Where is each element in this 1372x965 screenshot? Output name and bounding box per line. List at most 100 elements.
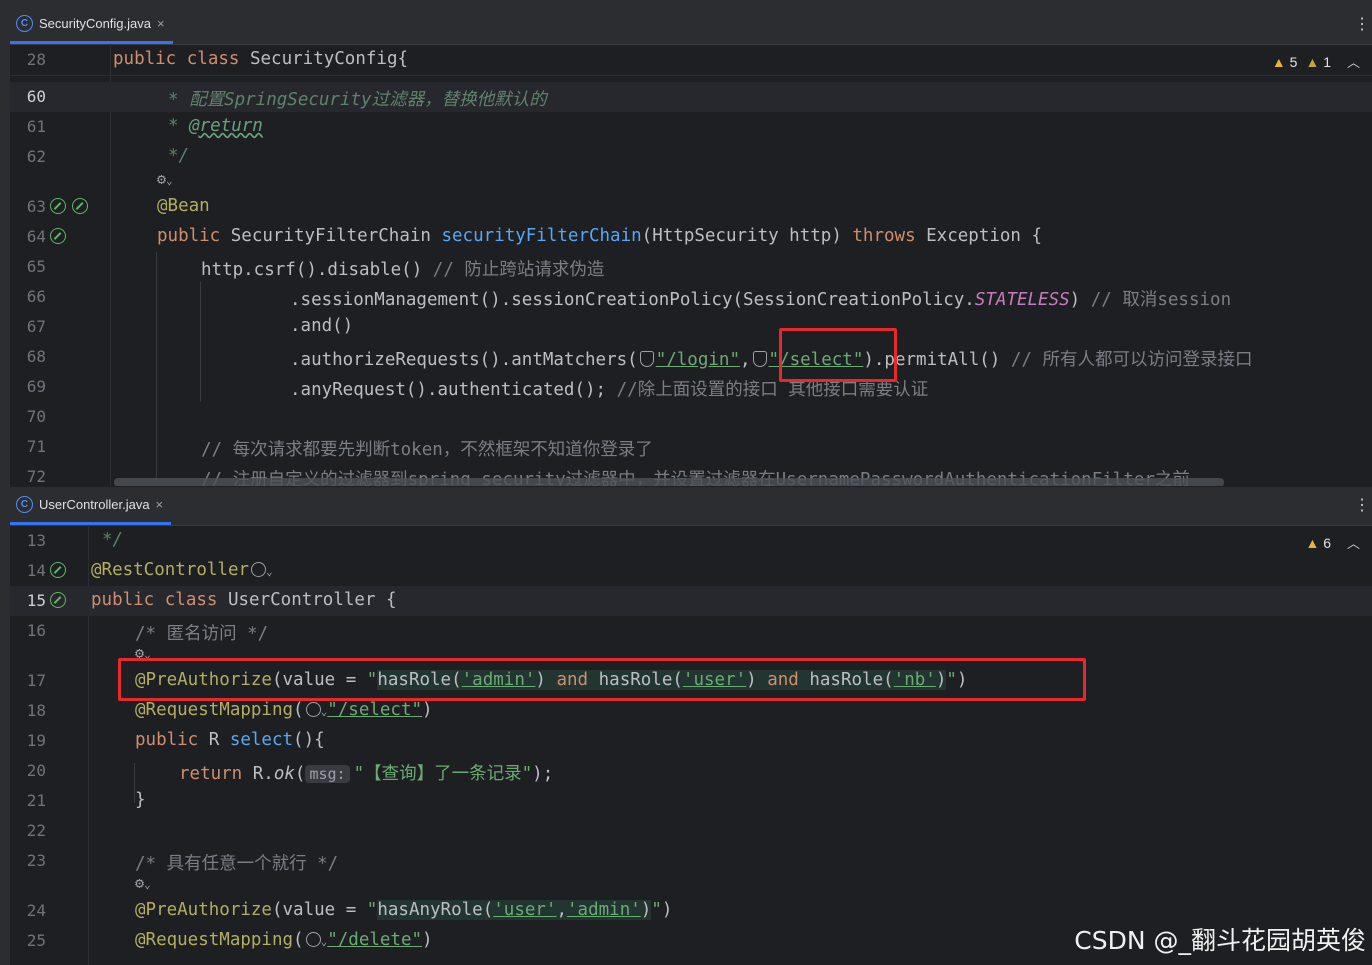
line-number: 13 [26, 531, 46, 550]
code-line[interactable]: 71 // 每次请求都要先判断token，不然框架不知道你登录了 [10, 432, 1372, 462]
spring-icon: ⚙ [157, 170, 167, 188]
tab-label: UserController.java [39, 497, 150, 512]
line-number: 14 [26, 561, 46, 580]
line-number: 66 [26, 287, 46, 306]
security-shield-icon[interactable] [639, 351, 654, 367]
code-line[interactable]: 19 public R select(){ [10, 726, 1372, 756]
highlight-box-preauthorize [118, 658, 1086, 701]
line-number: 23 [26, 851, 46, 870]
code-line[interactable]: 70 [10, 402, 1372, 432]
inlay-row: ⚙⌄ [10, 169, 1372, 191]
line-number: 62 [26, 147, 46, 166]
editor-pane-security-config: C SecurityConfig.java × ⋮ ▲ 5 ▲ 1 ︿ 28 p… [10, 6, 1372, 486]
code-text: public R select(){ [135, 730, 325, 750]
code-text: @Bean [157, 196, 210, 216]
code-text: @RequestMapping(⌄"/select") [135, 700, 433, 720]
tab-user-controller[interactable]: C UserController.java × [10, 487, 172, 525]
close-tab-icon[interactable]: × [157, 16, 165, 31]
line-number: 61 [26, 117, 46, 136]
spring-icon: ⚙ [135, 874, 145, 892]
code-text: http.csrf().disable() // 防止跨站请求伪造 [201, 260, 605, 280]
code-line-current[interactable]: 60 * 配置SpringSecurity过滤器，替换他默认的 [10, 82, 1372, 112]
line-number: 69 [26, 377, 46, 396]
chevron-down-icon: ⌄ [166, 174, 173, 187]
code-line[interactable]: 67 .and() [10, 312, 1372, 342]
code-line[interactable]: 28 public class SecurityConfig{ [10, 45, 1372, 76]
code-line[interactable]: 66 .sessionManagement().sessionCreationP… [10, 282, 1372, 312]
bean-navigate-icon[interactable] [50, 198, 66, 214]
line-number: 64 [26, 227, 46, 246]
code-comment: /* 匿名访问 */ [135, 624, 269, 644]
code-line[interactable]: 68 .authorizeRequests().antMatchers("/lo… [10, 342, 1372, 372]
watermark: CSDN @_翻斗花园胡英俊 [1074, 926, 1366, 955]
java-class-icon: C [16, 496, 33, 513]
more-options-icon[interactable]: ⋮ [1354, 495, 1370, 515]
code-line[interactable]: 13 */ [10, 526, 1372, 556]
line-number: 16 [26, 621, 46, 640]
horizontal-scrollbar[interactable] [114, 478, 1224, 486]
code-text: public class UserController { [91, 590, 397, 610]
tab-bar: C SecurityConfig.java × ⋮ [10, 6, 1372, 45]
code-line[interactable]: 23 /* 具有任意一个就行 */ [10, 846, 1372, 876]
highlight-box-select-matcher [779, 328, 897, 382]
line-number: 24 [26, 901, 46, 920]
spring-bean-hint[interactable]: ⚙⌄ [135, 873, 151, 893]
spring-bean-hint[interactable]: ⚙⌄ [157, 169, 173, 189]
bean-check-icon[interactable] [50, 562, 66, 578]
code-comment: /* 具有任意一个就行 */ [135, 854, 339, 874]
code-text: public class SecurityConfig{ [113, 49, 409, 69]
code-comment: // 每次请求都要先判断token，不然框架不知道你登录了 [201, 440, 653, 460]
line-number: 68 [26, 347, 46, 366]
more-options-icon[interactable]: ⋮ [1354, 14, 1370, 34]
code-line[interactable]: 65 http.csrf().disable() // 防止跨站请求伪造 [10, 252, 1372, 282]
line-number: 28 [26, 50, 46, 69]
chevron-down-icon: ⌄ [144, 878, 151, 891]
web-endpoint-icon[interactable] [305, 932, 321, 947]
tab-label: SecurityConfig.java [39, 16, 151, 31]
line-number: 17 [26, 671, 46, 690]
bean-check-icon[interactable] [72, 198, 88, 214]
inlay-row: ⚙⌄ [10, 873, 1372, 895]
web-endpoint-icon[interactable] [251, 562, 267, 577]
code-line[interactable]: 64 public SecurityFilterChain securityFi… [10, 222, 1372, 252]
line-number: 60 [26, 87, 46, 106]
code-line[interactable]: 16 /* 匿名访问 */ [10, 616, 1372, 646]
bean-navigate-icon[interactable] [50, 228, 66, 244]
code-line[interactable]: 62 */ [10, 142, 1372, 172]
code-line[interactable]: 14 @RestController ⌄ [10, 556, 1372, 586]
line-number: 67 [26, 317, 46, 336]
bean-navigate-icon[interactable] [50, 592, 66, 608]
close-tab-icon[interactable]: × [156, 497, 164, 512]
code-line[interactable]: 69 .anyRequest().authenticated(); //除上面设… [10, 372, 1372, 402]
parameter-hint: msg: [305, 765, 350, 783]
code-text: .and() [290, 316, 354, 336]
code-line-current[interactable]: 15 public class UserController { [10, 586, 1372, 616]
line-number: 71 [26, 437, 46, 456]
code-line[interactable]: 20 return R.ok(msg: "【查询】了一条记录"); [10, 756, 1372, 786]
code-line[interactable]: 21 } [10, 786, 1372, 816]
code-text: @RequestMapping(⌄"/delete") [135, 930, 433, 950]
javadoc-comment: * 配置SpringSecurity过滤器，替换他默认的 [168, 90, 547, 110]
code-text: .sessionManagement().sessionCreationPoli… [290, 290, 1232, 310]
security-shield-icon[interactable] [752, 351, 767, 367]
line-number: 63 [26, 197, 46, 216]
code-text: */ [168, 146, 190, 166]
line-number: 72 [26, 467, 46, 486]
code-line[interactable]: 22 [10, 816, 1372, 846]
code-text: return R.ok(msg: "【查询】了一条记录"); [179, 764, 554, 784]
tab-bar: C UserController.java × ⋮ [10, 487, 1372, 526]
code-text: public SecurityFilterChain securityFilte… [157, 226, 1043, 246]
line-number: 21 [26, 791, 46, 810]
code-line[interactable]: 61 * @return [10, 112, 1372, 142]
code-text: @RestController ⌄ [91, 560, 273, 580]
line-number: 18 [26, 701, 46, 720]
code-text: .authorizeRequests().antMatchers("/login… [290, 350, 1253, 370]
code-line[interactable]: 63 @Bean [10, 192, 1372, 222]
tab-security-config[interactable]: C SecurityConfig.java × [10, 6, 173, 44]
editor-pane-user-controller: C UserController.java × ⋮ ▲ 6 ︿ 13 */ 14… [10, 487, 1372, 965]
line-number: 20 [26, 761, 46, 780]
java-class-icon: C [16, 15, 33, 32]
code-text: @PreAuthorize(value = "hasAnyRole('user'… [135, 900, 673, 920]
web-endpoint-icon[interactable] [305, 702, 321, 717]
chevron-down-icon: ⌄ [266, 565, 273, 578]
